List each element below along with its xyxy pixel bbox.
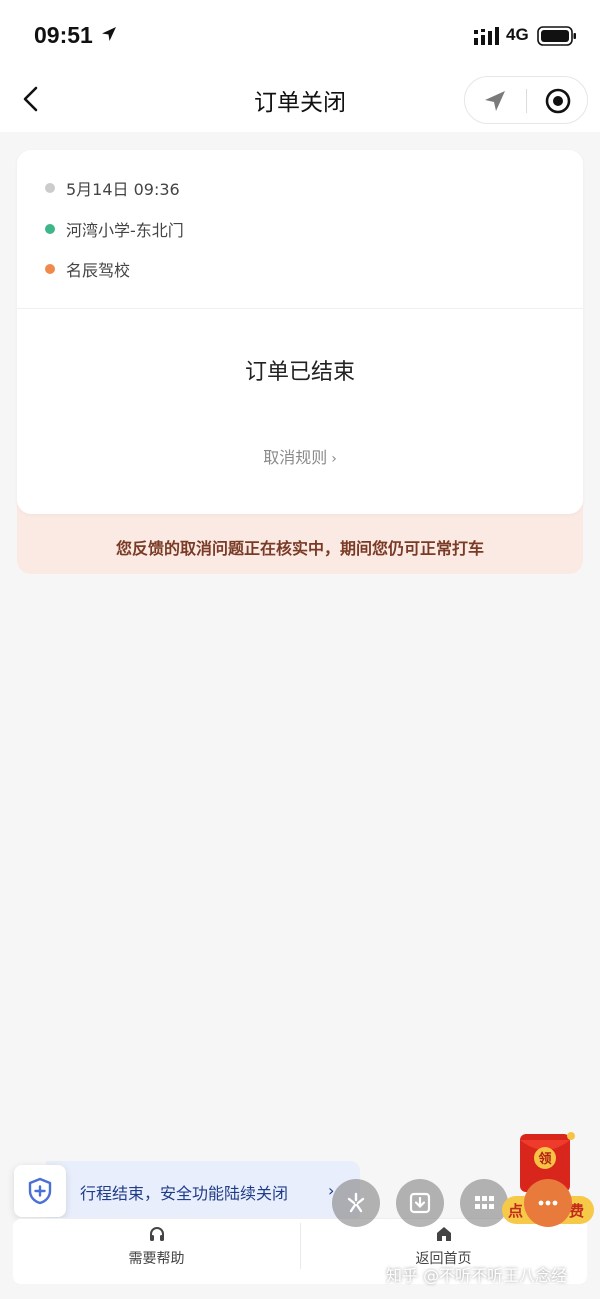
safety-text: 行程结束，安全功能陆续关闭 [80,1184,289,1203]
trip-time: 5月14日 09:36 [66,180,180,199]
status-time: 09:51 [34,22,93,48]
headset-icon [149,1227,164,1241]
navigation-arrow-icon[interactable] [483,89,507,113]
grid-menu-button[interactable] [460,1179,508,1227]
nav-bar: 订单关闭 [0,70,600,132]
grid-icon [475,1196,494,1209]
card-divider [17,308,583,309]
help-label: 需要帮助 [128,1251,185,1267]
assistant-button[interactable] [332,1179,380,1227]
help-button[interactable]: 需要帮助 [13,1223,300,1277]
trip-end: 名辰驾校 [66,261,131,280]
chevron-right-icon: › [331,451,337,467]
shield-plus-icon [28,1177,52,1205]
status-bar: 09:51 4G [0,0,600,70]
mini-program-capsule [464,76,588,124]
time-dot [45,183,55,193]
watermark: 知乎 @不听不听王八念经 [386,1266,568,1285]
trip-start: 河湾小学-东北门 [66,221,184,240]
cancel-rules-label: 取消规则 [263,448,328,467]
packet-char: 领 [538,1151,551,1167]
end-dot [45,264,55,274]
more-button[interactable] [524,1179,572,1227]
sparkle-icon [347,1192,365,1213]
capsule-divider [526,89,527,113]
trip-end-row: 名辰驾校 [45,257,130,281]
promo-left: 点 [508,1202,524,1220]
battery-icon [537,26,576,46]
network-label: 4G [506,25,529,44]
more-icon [538,1200,558,1206]
start-dot [45,224,55,234]
safety-shield-button[interactable] [14,1165,66,1217]
home-icon [436,1227,451,1241]
cancel-rules-link[interactable]: 取消规则 › [17,444,583,468]
trip-start-row: 河湾小学-东北门 [45,217,184,241]
record-circle-icon[interactable] [545,88,571,114]
order-card: 5月14日 09:36 河湾小学-东北门 名辰驾校 订单已结束 取消规则 › [17,150,583,514]
download-button[interactable] [396,1179,444,1227]
location-arrow-icon [102,27,116,41]
order-status: 订单已结束 [244,360,355,385]
safety-banner[interactable]: 行程结束，安全功能陆续关闭 › [46,1161,360,1223]
notice-text: 您反馈的取消问题正在核实中，期间您仍可正常打车 [115,539,484,558]
signal-icon [474,27,499,45]
trip-time-row: 5月14日 09:36 [45,176,180,200]
download-icon [409,1192,431,1214]
